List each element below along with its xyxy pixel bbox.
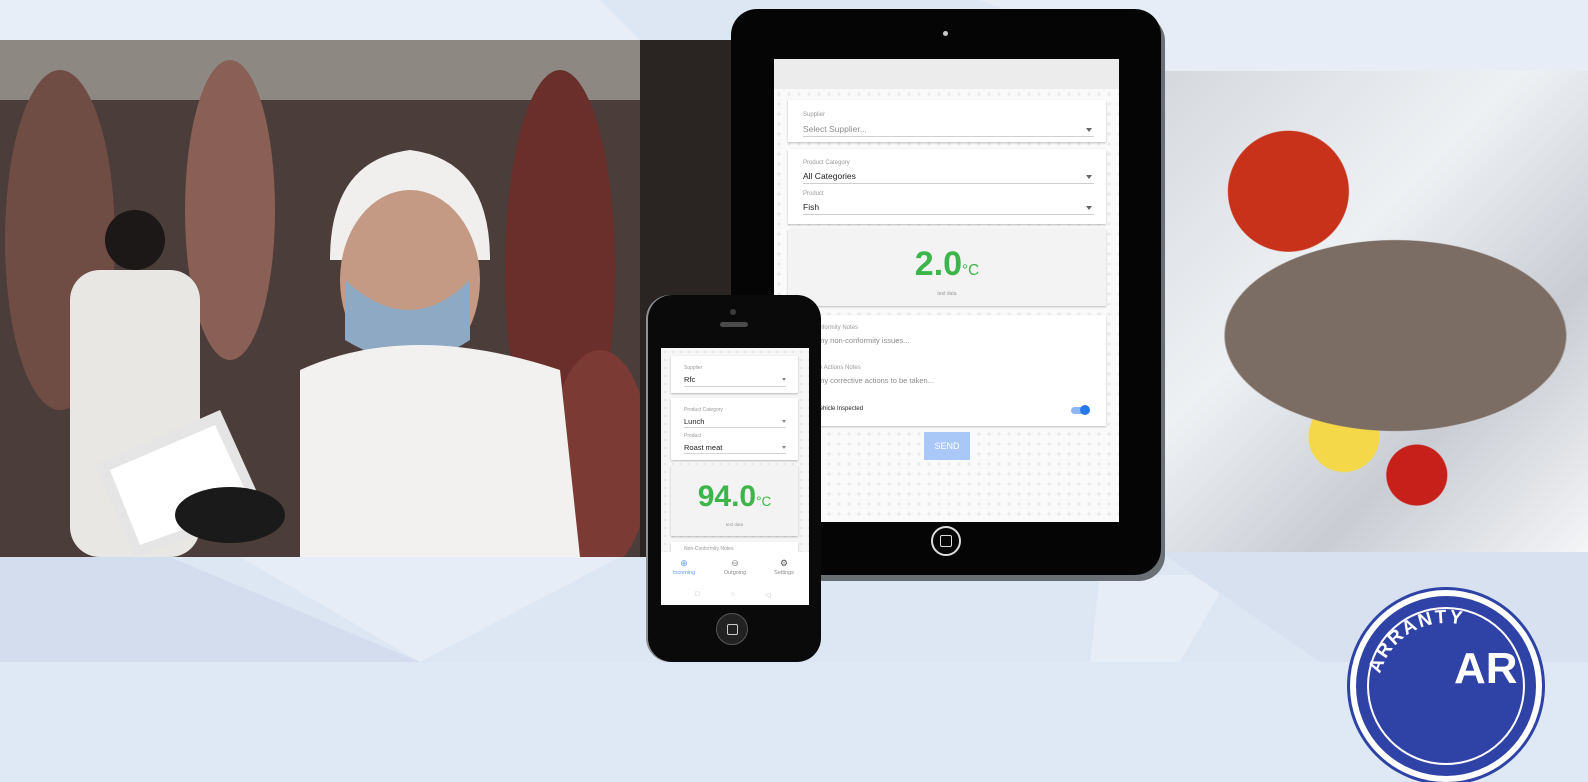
nav-outgoing-label: Outgoing — [723, 570, 747, 576]
recents-icon[interactable]: □ — [695, 591, 699, 598]
product-underline — [803, 214, 1094, 215]
bottom-navigation: ⊕ Incoming ⊖ Outgoing ⚙ Settings — [661, 552, 809, 588]
notes-card: onformity Notes any non-conformity issue… — [788, 315, 1106, 426]
vehicle-label: Vehicle Inspected — [816, 406, 864, 412]
supplier-label: Supplier — [803, 112, 826, 118]
chevron-down-icon[interactable] — [1086, 128, 1092, 132]
nav-outgoing[interactable]: ⊖ Outgoing — [715, 558, 755, 576]
product-label: Product — [803, 191, 824, 197]
chevron-down-icon[interactable] — [782, 420, 786, 423]
tablet-app-bar — [774, 59, 1119, 89]
category-select[interactable]: All Categories — [803, 171, 856, 181]
supplier-card: Supplier Rfc — [671, 356, 798, 393]
temperature-reading: 94.0°C — [671, 480, 798, 514]
nonconformity-input[interactable]: any non-conformity issues... — [816, 336, 909, 345]
nav-settings[interactable]: ⚙ Settings — [764, 558, 804, 576]
svg-text:ARRANTY: ARRANTY — [1365, 607, 1466, 676]
system-nav-bar: □ ○ ◁ — [661, 588, 809, 605]
warranty-badge-letters: AR — [1454, 644, 1518, 693]
supplier-card: Supplier Select Supplier... — [788, 100, 1106, 142]
temperature-note: test data — [725, 522, 744, 527]
tablet-camera — [943, 31, 948, 36]
temperature-card: 94.0°C test data — [671, 466, 798, 536]
category-label: Product Category — [803, 160, 850, 166]
product-select[interactable]: Fish — [803, 202, 819, 212]
tablet-screen: Supplier Select Supplier... Product Cate… — [774, 59, 1119, 522]
category-underline — [684, 427, 786, 428]
category-label: Product Category — [684, 407, 723, 413]
supplier-select[interactable]: Rfc — [684, 375, 695, 384]
product-card: Product Category Lunch Product Roast mea… — [671, 398, 798, 460]
supplier-select[interactable]: Select Supplier... — [803, 124, 867, 134]
temperature-unit: °C — [962, 262, 980, 279]
phone-home-button[interactable] — [716, 613, 748, 645]
warranty-badge: ARRANTY AR — [1350, 590, 1542, 782]
temperature-unit: °C — [756, 494, 772, 509]
product-underline — [684, 453, 786, 454]
vehicle-inspected-toggle[interactable] — [1071, 405, 1090, 415]
chevron-down-icon[interactable] — [782, 378, 786, 381]
tablet-home-button[interactable] — [931, 526, 961, 556]
supplier-label: Supplier — [684, 365, 703, 371]
product-label: Product — [684, 433, 702, 439]
nav-incoming-label: Incoming — [672, 570, 696, 576]
home-icon[interactable]: ○ — [731, 591, 735, 598]
temperature-reading: 2.0°C — [788, 245, 1106, 284]
corrective-label: ve Actions Notes — [816, 365, 861, 371]
temperature-card: 2.0°C test data — [788, 229, 1106, 306]
chevron-down-icon[interactable] — [1086, 175, 1092, 179]
outgoing-icon: ⊖ — [731, 558, 739, 568]
incoming-icon: ⊕ — [680, 558, 688, 568]
nav-settings-label: Settings — [774, 570, 794, 576]
supplier-underline — [803, 136, 1094, 137]
meat-inspection-photo — [0, 40, 740, 557]
chevron-down-icon[interactable] — [1086, 206, 1092, 210]
back-icon[interactable]: ◁ — [765, 591, 770, 599]
chevron-down-icon[interactable] — [782, 446, 786, 449]
seafood-photo — [1160, 71, 1588, 552]
gear-icon: ⚙ — [779, 558, 789, 568]
phone-camera — [730, 309, 736, 315]
category-underline — [803, 183, 1094, 184]
warranty-badge-text: ARRANTY — [1365, 607, 1464, 676]
phone-device: Supplier Rfc Product Category Lunch Prod… — [648, 295, 821, 662]
nav-incoming[interactable]: ⊕ Incoming — [664, 558, 704, 576]
temperature-value: 2.0 — [914, 245, 963, 283]
supplier-underline — [684, 386, 786, 387]
temperature-value: 94.0 — [697, 480, 757, 513]
temperature-note: test data — [937, 291, 957, 297]
corrective-input[interactable]: any corrective actions to be taken... — [816, 376, 934, 385]
product-card: Product Category All Categories Product … — [788, 149, 1106, 224]
category-select[interactable]: Lunch — [684, 417, 704, 426]
phone-speaker — [720, 322, 748, 327]
product-select[interactable]: Roast meat — [684, 443, 722, 452]
nonconformity-label: onformity Notes — [816, 325, 859, 331]
phone-screen: Supplier Rfc Product Category Lunch Prod… — [661, 348, 809, 605]
send-button[interactable]: SEND — [924, 432, 970, 460]
